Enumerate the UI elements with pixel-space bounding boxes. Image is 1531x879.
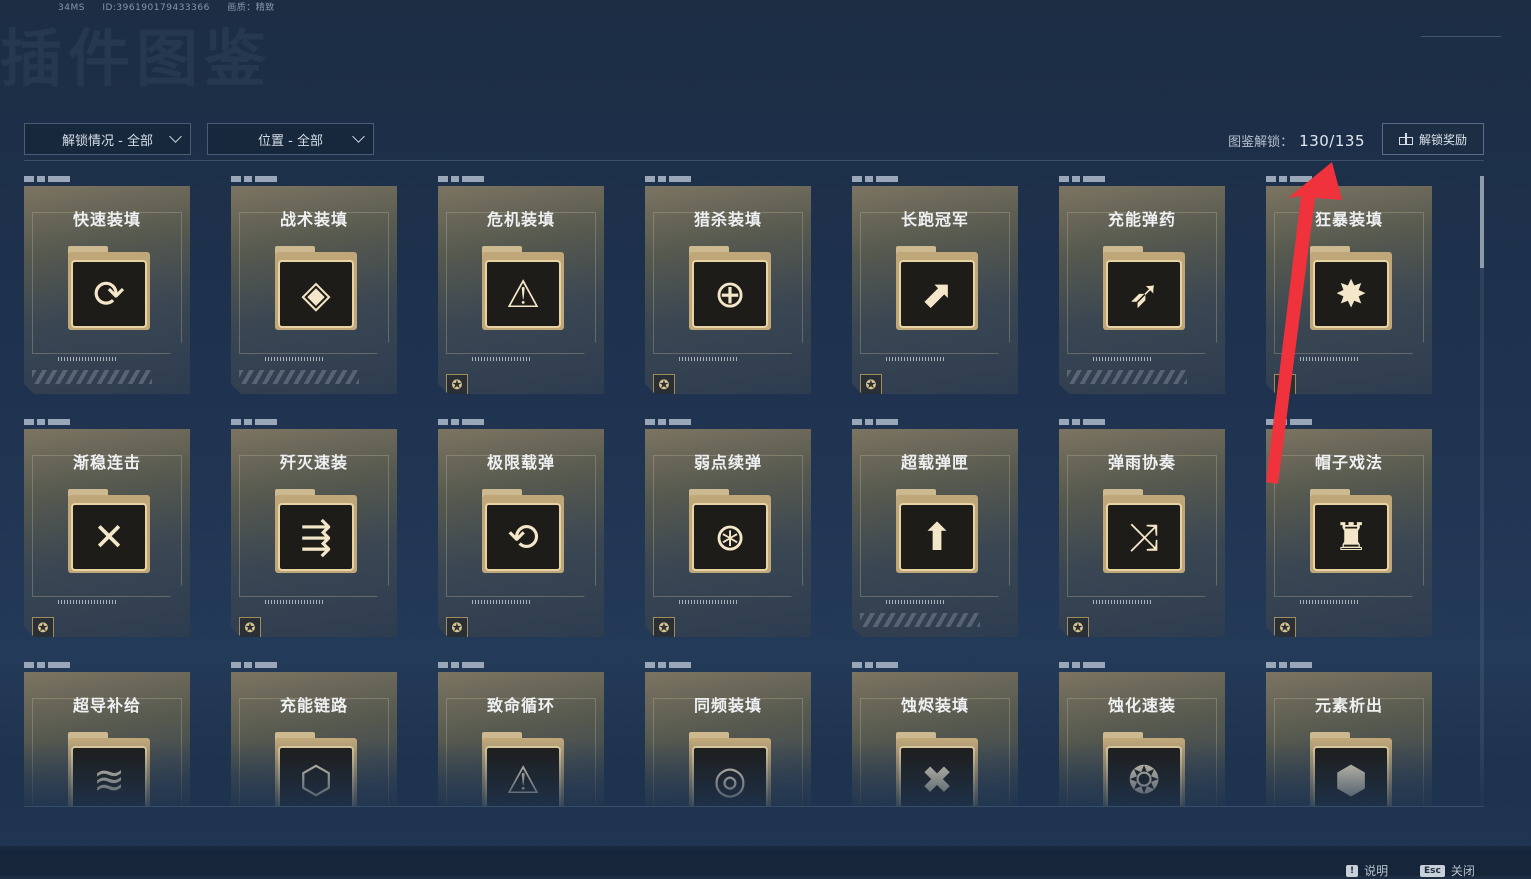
arrow-shape	[1266, 162, 1342, 484]
annotation-arrow	[1266, 162, 1342, 484]
